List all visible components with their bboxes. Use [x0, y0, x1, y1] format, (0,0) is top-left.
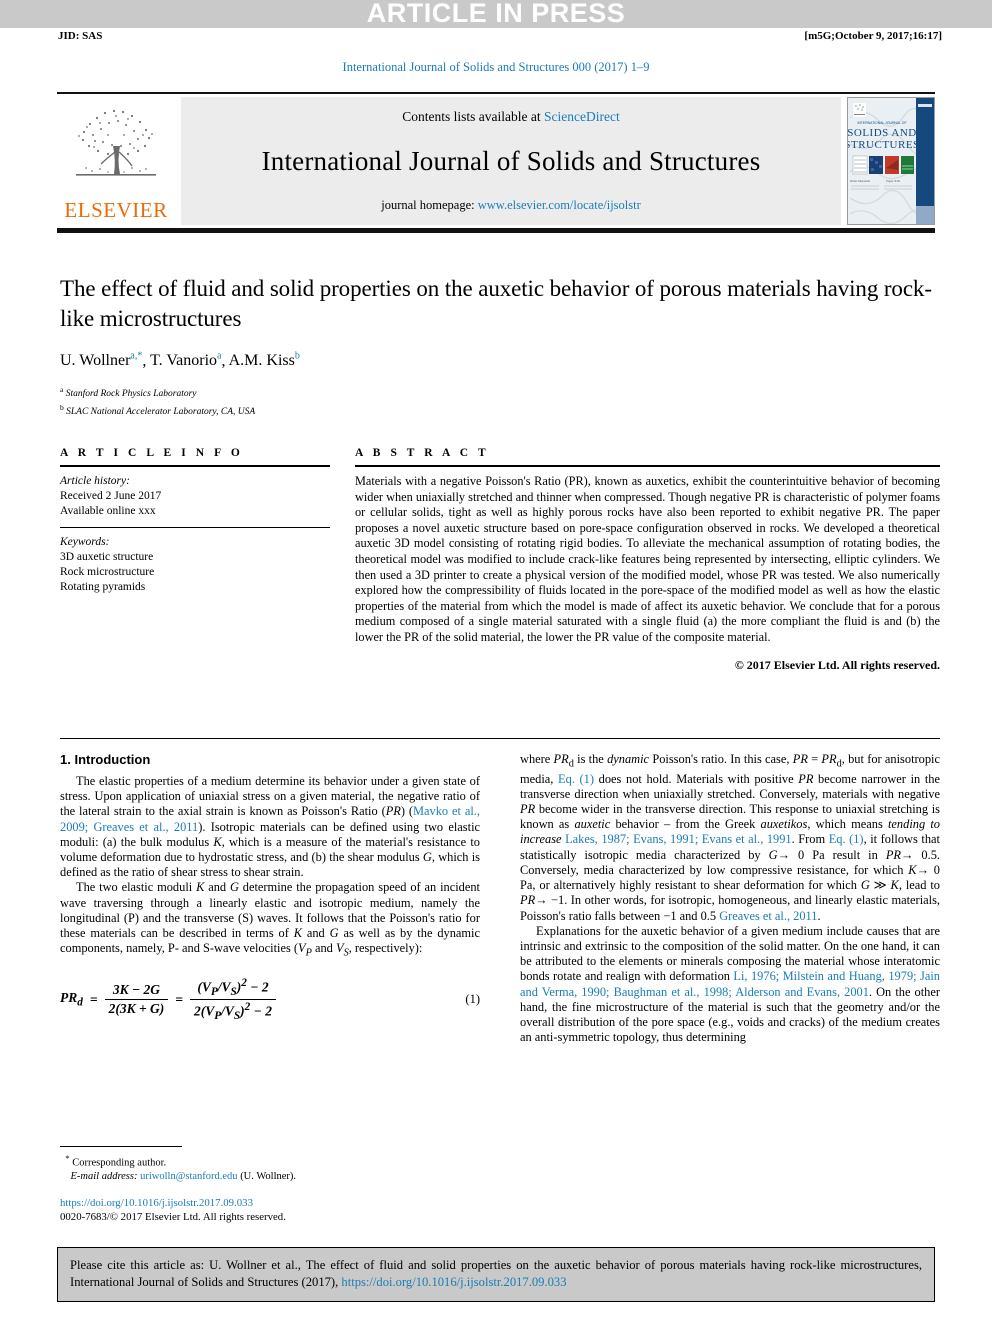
equation-1-body: PRd = 3K − 2G 2(3K + G) = (VP/VS)2 − 2 2…	[60, 977, 465, 1022]
contents-prefix: Contents lists available at	[402, 109, 544, 124]
paragraph: Explanations for the auxetic behavior of…	[520, 923, 941, 1045]
journal-cover-thumbnail: INTERNATIONAL JOURNAL OF SOLIDS AND STRU…	[847, 97, 935, 225]
article-info-column: A R T I C L E I N F O Article history: R…	[60, 447, 330, 673]
fraction-denominator: 2(3K + G)	[104, 999, 169, 1017]
keyword-item: Rock microstructure	[60, 566, 155, 578]
paragraph: where PRd is the dynamic Poisson's ratio…	[520, 752, 941, 923]
journal-reference-line: International Journal of Solids and Stru…	[342, 60, 650, 74]
citation-link[interactable]: Li, 1976; Milstein and Huang, 1979; Jain…	[520, 969, 940, 998]
build-stamp-label: [m5G;October 9, 2017;16:17]	[804, 30, 942, 42]
journal-homepage-line: journal homepage: www.elsevier.com/locat…	[381, 198, 641, 213]
abstract-copyright: © 2017 Elsevier Ltd. All rights reserved…	[734, 657, 940, 672]
equation-lhs: PRd	[60, 990, 83, 1009]
footnote-block: * Corresponding author. E-mail address: …	[60, 1146, 480, 1184]
equals-sign-2: =	[175, 991, 183, 1007]
abstract-text: Materials with a negative Poisson's Rati…	[355, 474, 940, 644]
body-separator-rule	[60, 738, 940, 739]
journal-title: International Journal of Solids and Stru…	[261, 146, 761, 176]
info-abstract-row: A R T I C L E I N F O Article history: R…	[60, 447, 940, 673]
elsevier-logo: ELSEVIER	[57, 97, 175, 225]
svg-text:Order Metadata: Order Metadata	[850, 179, 871, 183]
issn-copyright-line: 0020-7683/© 2017 Elsevier Ltd. All right…	[60, 1211, 286, 1223]
article-available-online: Available online xxx	[60, 505, 156, 517]
affiliation-a: a Stanford Rock Physics Laboratory	[60, 383, 940, 401]
please-cite-doi-link[interactable]: https://doi.org/10.1016/j.ijsolstr.2017.…	[341, 1275, 566, 1289]
affiliation-a-text: Stanford Rock Physics Laboratory	[65, 389, 197, 400]
page-title: The effect of fluid and solid properties…	[60, 276, 932, 331]
author-2: T. Vanorioa	[150, 351, 222, 370]
email-owner: (U. Wollner).	[240, 1171, 297, 1182]
corresponding-author-text: Corresponding author.	[72, 1157, 167, 1169]
fraction-velocity: (VP/VS)2 − 2 2(VP/VS)2 − 2	[189, 976, 276, 1022]
equation-1: PRd = 3K − 2G 2(3K + G) = (VP/VS)2 − 2 2…	[60, 977, 480, 1022]
footnote-rule	[60, 1146, 182, 1147]
svg-text:INTERNATIONAL JOURNAL OF: INTERNATIONAL JOURNAL OF	[857, 121, 906, 125]
abstract-rule	[355, 465, 940, 467]
affil-b-mark: b	[60, 403, 64, 413]
doi-link[interactable]: https://doi.org/10.1016/j.ijsolstr.2017.…	[60, 1197, 253, 1209]
sciencedirect-link[interactable]: ScienceDirect	[544, 109, 620, 124]
equation-number: (1)	[465, 992, 480, 1007]
body-columns: 1. Introduction The elastic properties o…	[60, 752, 940, 1045]
keyword-item: 3D auxetic structure	[60, 551, 154, 563]
body-column-left: 1. Introduction The elastic properties o…	[60, 752, 480, 1045]
body-column-right: where PRd is the dynamic Poisson's ratio…	[520, 752, 940, 1045]
fraction-numerator: (VP/VS)2 − 2	[197, 976, 269, 999]
journal-homepage-link[interactable]: www.elsevier.com/locate/ijsolstr	[478, 198, 641, 212]
article-history-label: Article history:	[60, 475, 130, 487]
article-in-press-label: ARTICLE IN PRESS	[366, 0, 626, 28]
article-in-press-banner: ARTICLE IN PRESS	[0, 0, 992, 28]
paragraph: The two elastic moduli K and G determine…	[60, 880, 480, 959]
homepage-prefix: journal homepage:	[381, 198, 478, 212]
article-received-date: Received 2 June 2017	[60, 490, 162, 502]
svg-text:Paper XIII: Paper XIII	[886, 179, 900, 183]
paragraph: The elastic properties of a medium deter…	[60, 774, 481, 880]
citation-link[interactable]: Mavko et al., 2009; Greaves et al., 2011	[60, 804, 480, 833]
please-cite-footer: Please cite this article as: U. Wollner …	[57, 1247, 935, 1302]
doi-block: https://doi.org/10.1016/j.ijsolstr.2017.…	[60, 1196, 490, 1224]
email-link[interactable]: uriwolln@stanford.edu	[140, 1171, 237, 1182]
author-1: U. Wollnera,*	[60, 351, 143, 370]
article-info-heading: A R T I C L E I N F O	[60, 447, 244, 459]
author-3-affil-mark: b	[294, 351, 300, 362]
affiliation-b: b SLAC National Accelerator Laboratory, …	[60, 401, 940, 419]
affiliation-list: a Stanford Rock Physics Laboratory b SLA…	[60, 383, 940, 419]
fraction-numerator: 3K − 2G	[112, 982, 161, 998]
equation-reference-link[interactable]: Eq. (1)	[558, 772, 594, 786]
jid-label: JID: SAS	[58, 30, 103, 42]
email-label: E-mail address:	[70, 1171, 138, 1182]
author-list: U. Wollnera,*, T. Vanorioa, A.M. Kissb	[60, 351, 940, 370]
citation-link[interactable]: Greaves et al., 2011	[719, 909, 817, 923]
affil-a-mark: a	[60, 385, 64, 395]
article-info-rule-top	[60, 465, 330, 467]
elsevier-wordmark: ELSEVIER	[64, 198, 168, 222]
fraction-denominator: 2(VP/VS)2 − 2	[189, 999, 276, 1022]
abstract-column: A B S T R A C T Materials with a negativ…	[355, 447, 940, 673]
corresponding-author-note: * Corresponding author.	[60, 1152, 480, 1170]
journal-masthead: ELSEVIER Contents lists available at Sci…	[57, 92, 935, 233]
title-block: The effect of fluid and solid properties…	[60, 274, 940, 420]
article-info-rule-mid	[60, 527, 330, 528]
equation-reference-link[interactable]: Eq. (1)	[829, 832, 864, 846]
keyword-item: Rotating pyramids	[60, 581, 146, 593]
section-heading-introduction: 1. Introduction	[60, 752, 151, 767]
citation-link[interactable]: Lakes, 1987; Evans, 1991; Evans et al., …	[565, 832, 792, 846]
author-separator-1: ,	[142, 352, 151, 370]
masthead-center-panel: Contents lists available at ScienceDirec…	[181, 97, 841, 225]
abstract-heading: A B S T R A C T	[355, 447, 490, 459]
svg-text:STRUCTURES: STRUCTURES	[848, 139, 920, 151]
contents-available-line: Contents lists available at ScienceDirec…	[402, 109, 619, 125]
email-note: E-mail address: uriwolln@stanford.edu (U…	[60, 1170, 480, 1184]
author-3: A.M. Kissb	[228, 351, 300, 370]
equals-sign-1: =	[89, 991, 98, 1007]
author-separator-2: ,	[221, 352, 229, 370]
fraction-moduli: 3K − 2G 2(3K + G)	[104, 982, 169, 1017]
affiliation-b-text: SLAC National Accelerator Laboratory, CA…	[66, 407, 256, 418]
elsevier-tree-icon	[76, 109, 156, 176]
keywords-label: Keywords:	[60, 536, 110, 548]
journal-cover-image: INTERNATIONAL JOURNAL OF SOLIDS AND STRU…	[848, 98, 934, 224]
corresponding-author-mark: *	[65, 1153, 70, 1163]
svg-text:SOLIDS AND: SOLIDS AND	[848, 127, 917, 139]
